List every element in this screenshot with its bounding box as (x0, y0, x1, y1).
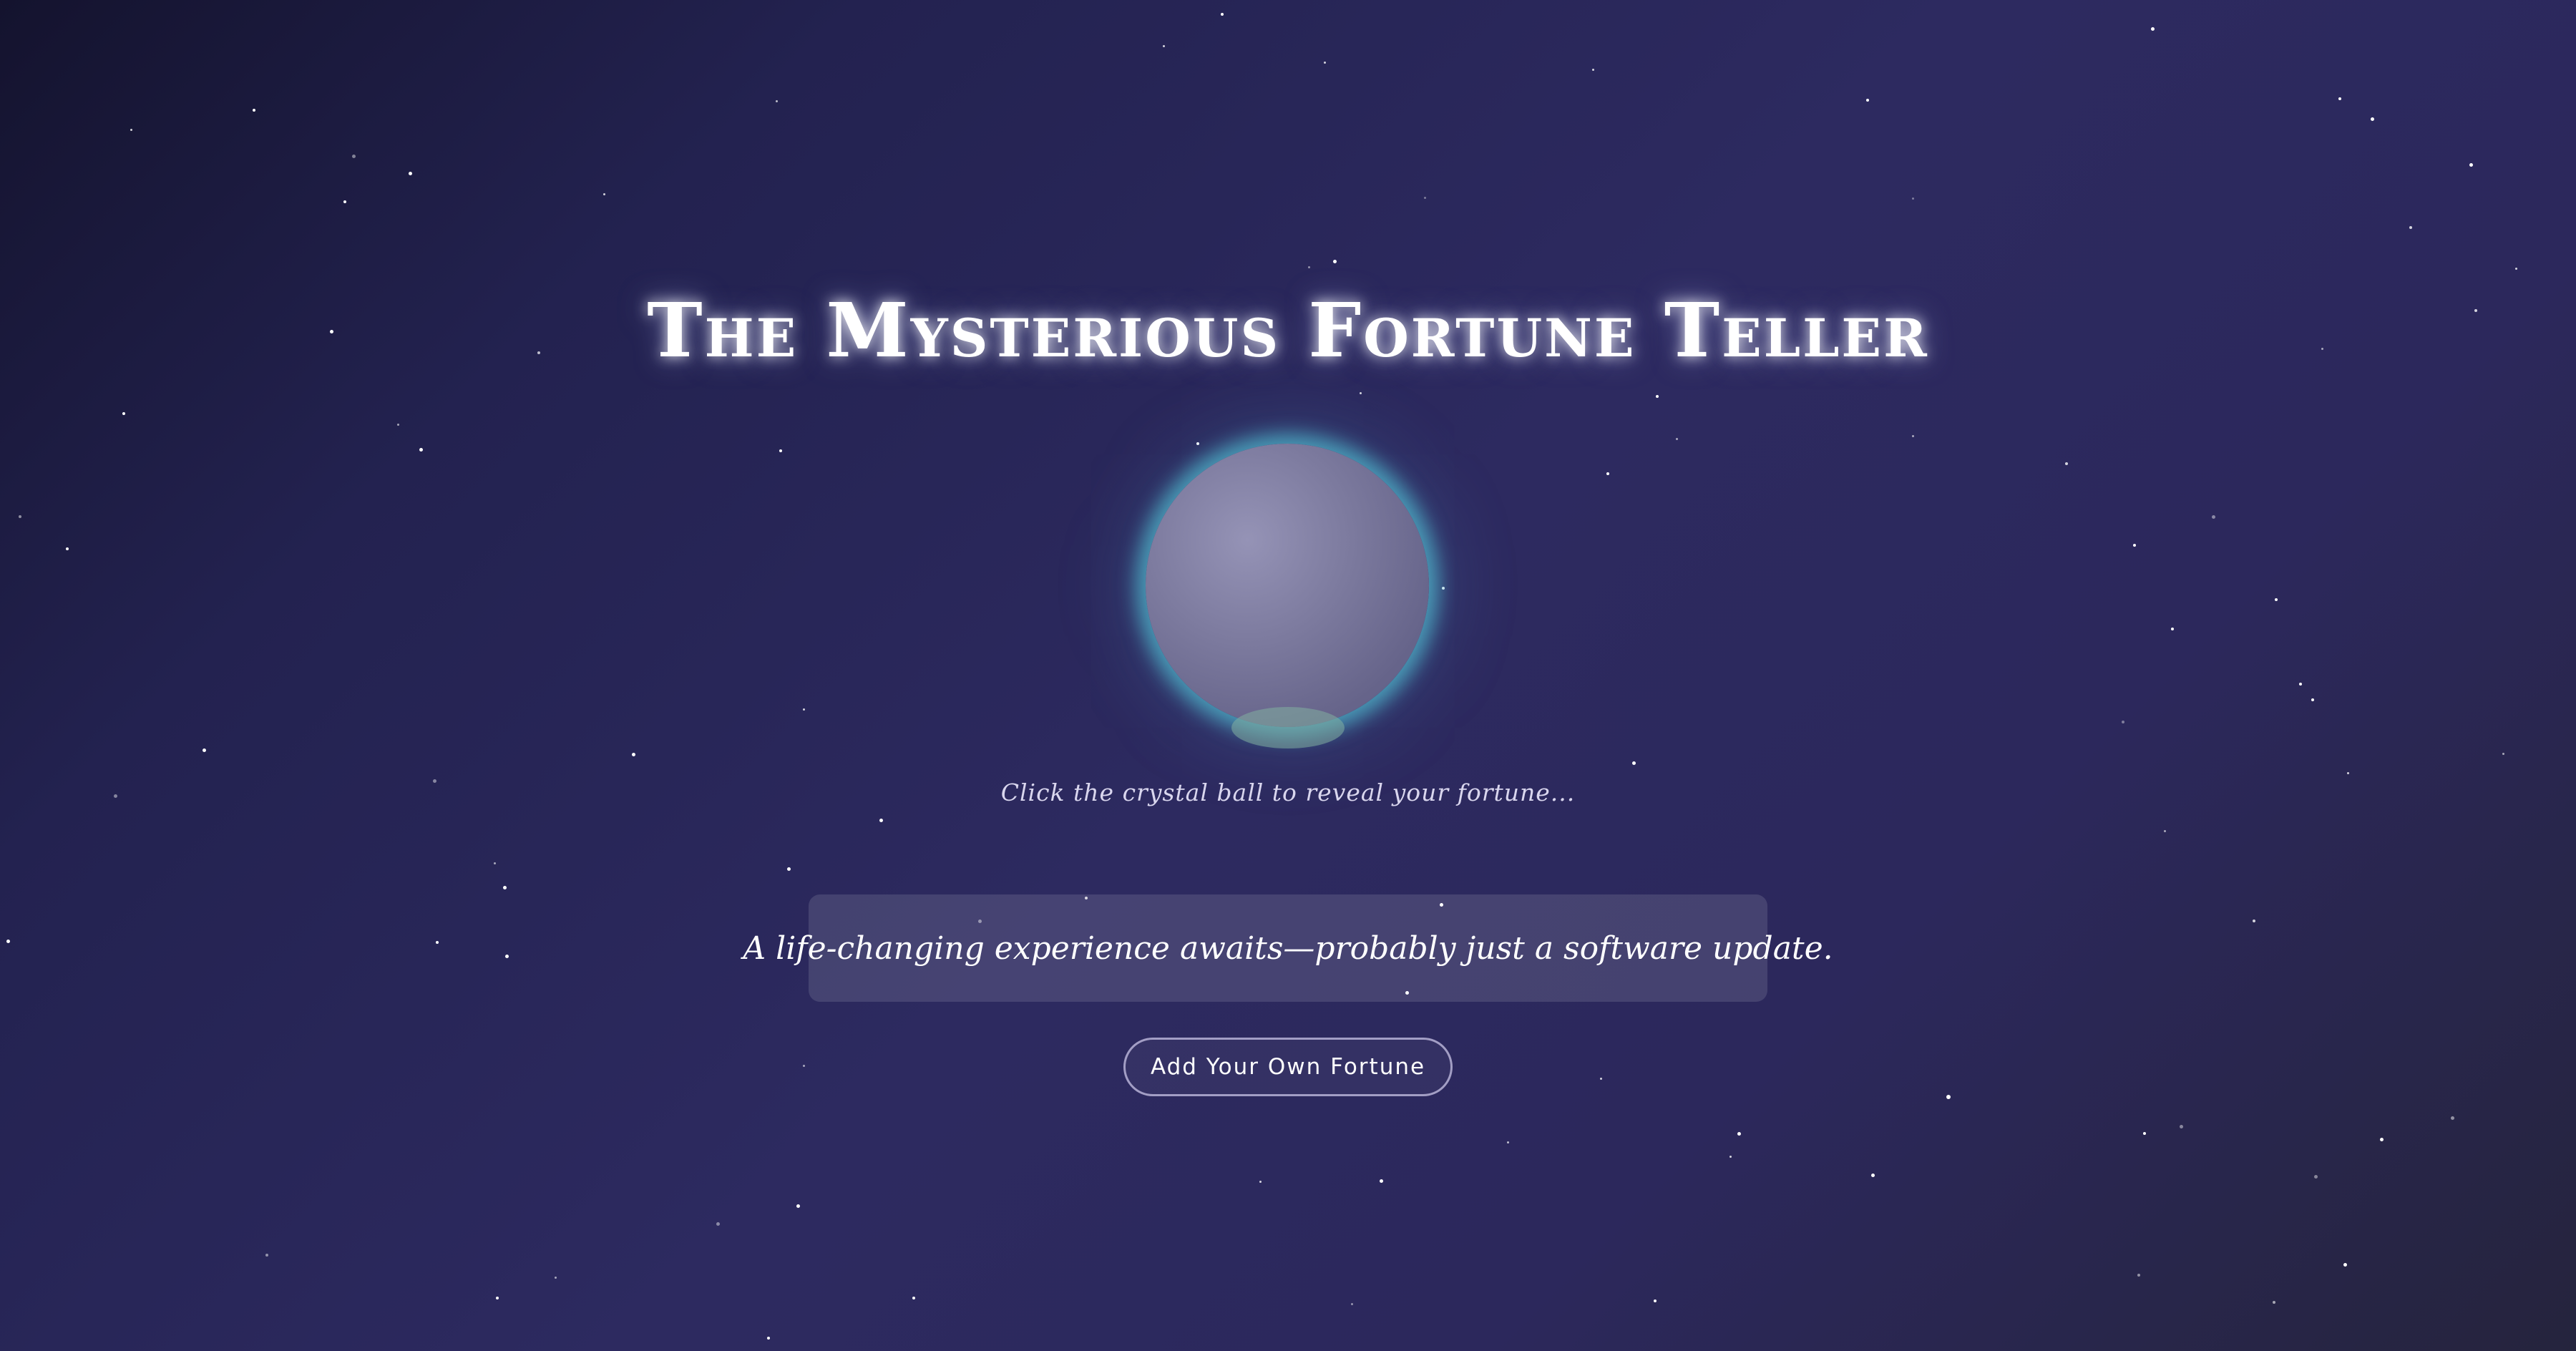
star (66, 547, 69, 550)
star (803, 708, 805, 711)
star (912, 1297, 915, 1299)
star (122, 412, 125, 415)
star (1442, 587, 1445, 590)
star (2338, 97, 2341, 100)
star (1592, 69, 1594, 71)
star (2380, 1138, 2384, 1141)
star (1507, 1141, 1509, 1143)
star (496, 1297, 499, 1299)
star (767, 1337, 770, 1340)
star (2137, 1274, 2140, 1277)
star (2273, 1301, 2275, 1304)
star (130, 129, 132, 131)
star (265, 1254, 268, 1257)
star (1737, 1132, 1741, 1136)
star (2171, 628, 2174, 630)
star (2151, 27, 2155, 31)
star (803, 1065, 805, 1067)
star (1196, 442, 1199, 445)
star (1259, 1181, 1262, 1183)
star (2371, 117, 2374, 121)
fortune-display: A life-changing experience awaits—probab… (743, 894, 1833, 1002)
star (1360, 392, 1362, 394)
star (1946, 1095, 1951, 1099)
fortune-text: A life-changing experience awaits—probab… (743, 930, 1833, 967)
star (1729, 1156, 1732, 1158)
star (716, 1222, 720, 1226)
star (2180, 1125, 2183, 1128)
star (2275, 598, 2278, 601)
star (1606, 472, 1609, 475)
star (603, 193, 605, 195)
crystal-ball-hint: Click the crystal ball to reveal your fo… (1000, 779, 1576, 806)
star (2409, 226, 2412, 229)
star (1866, 99, 1869, 102)
star (2299, 683, 2302, 686)
star (2122, 721, 2124, 723)
crystal-ball[interactable] (1146, 444, 1429, 727)
star (352, 155, 356, 158)
star (1424, 197, 1426, 199)
crystal-ball-base (1231, 707, 1345, 748)
star (2314, 1175, 2318, 1179)
star (409, 172, 412, 175)
star (2502, 753, 2504, 755)
star (796, 1204, 800, 1208)
star (203, 748, 206, 752)
star (419, 448, 423, 452)
star (779, 449, 782, 452)
star (2311, 698, 2314, 701)
star (2065, 462, 2068, 465)
star (776, 100, 778, 102)
star (2451, 1116, 2454, 1120)
star (2469, 163, 2473, 167)
star (19, 515, 21, 518)
add-fortune-button[interactable]: Add Your Own Fortune (1123, 1038, 1453, 1096)
star (632, 753, 635, 756)
star (2347, 772, 2349, 774)
star (1351, 1303, 1353, 1305)
star (1656, 395, 1659, 398)
star (1324, 62, 1326, 64)
star (1380, 1179, 1383, 1183)
star (1912, 435, 1914, 437)
star (1632, 761, 1636, 765)
star (1163, 45, 1165, 47)
star (503, 886, 507, 889)
star (1676, 438, 1678, 440)
star (2143, 1132, 2146, 1135)
star (1308, 266, 1310, 268)
star (436, 941, 439, 944)
star (253, 109, 255, 112)
star (1654, 1299, 1657, 1302)
star (1221, 13, 1224, 16)
star (2343, 1263, 2347, 1267)
star (1912, 197, 1914, 200)
page-title: The Mysterious Fortune Teller (647, 286, 1929, 374)
star (1600, 1078, 1602, 1080)
star (6, 940, 10, 943)
star (1333, 260, 1337, 263)
star (397, 424, 399, 426)
star (494, 862, 496, 864)
star (879, 819, 883, 822)
star (505, 955, 509, 958)
star (2515, 268, 2517, 270)
star (2253, 920, 2255, 922)
star (2164, 830, 2166, 832)
star (1871, 1174, 1875, 1177)
star (2133, 544, 2136, 547)
star (343, 200, 346, 203)
star (787, 867, 791, 871)
star (555, 1277, 557, 1279)
star (2212, 515, 2215, 519)
fortune-teller-page: { "page": { "title": "The Mysterious For… (0, 0, 2576, 1351)
